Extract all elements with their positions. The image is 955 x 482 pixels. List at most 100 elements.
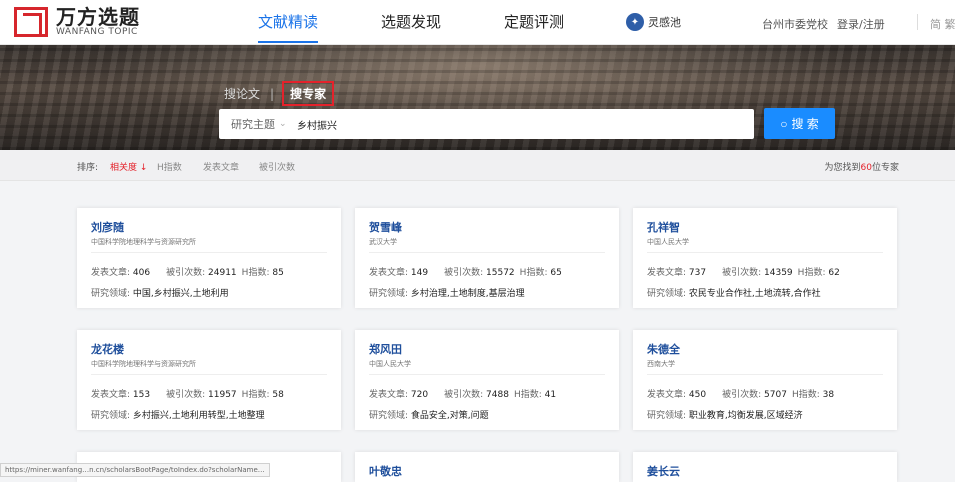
expert-stats: 发表文章: 737 被引次数: 14359 H指数: 62 (647, 268, 840, 278)
sort-option-label: 相关度 (110, 163, 138, 173)
sort-option-articles[interactable]: 发表文章 (203, 160, 239, 173)
expert-institution: 中国人民大学 (647, 238, 689, 246)
expert-name[interactable]: 孔祥智 (647, 219, 680, 235)
language-toggle[interactable]: 简 繁 (930, 16, 955, 32)
expert-stats: 发表文章: 153 被引次数: 11957 H指数: 58 (91, 390, 284, 400)
citations-value: 5707 (764, 390, 787, 400)
search-icon: ○ (780, 116, 788, 131)
expert-institution: 中国科学院地理科学与资源研究所 (91, 360, 196, 368)
inspire-label: 灵感池 (648, 16, 681, 29)
field-value: 食品安全,对策,问题 (410, 411, 489, 421)
divider (369, 374, 605, 375)
logo-title: 万方选题 (56, 5, 140, 29)
search-input[interactable] (297, 110, 737, 138)
expert-institution: 中国科学院地理科学与资源研究所 (91, 238, 196, 246)
divider (917, 14, 918, 30)
citations-value: 7488 (486, 390, 509, 400)
articles-value: 149 (410, 268, 429, 278)
expert-name[interactable]: 郑风田 (369, 341, 402, 357)
divider (647, 252, 883, 253)
expert-card[interactable]: 贺雪峰武汉大学发表文章: 149 被引次数: 15572 H指数: 65 研究领域: … (355, 208, 619, 308)
expert-stats: 发表文章: 720 被引次数: 7488 H指数: 41 (369, 390, 557, 400)
expert-card[interactable]: 龙花楼中国科学院地理科学与资源研究所发表文章: 153 被引次数: 11957 H指… (77, 330, 341, 430)
result-number: 60 (860, 163, 872, 173)
expert-card[interactable]: 朱德全西南大学发表文章: 450 被引次数: 5707 H指数: 38 研究领域: 职… (633, 330, 897, 430)
articles-value: 153 (132, 390, 151, 400)
expert-name[interactable]: 朱德全 (647, 341, 680, 357)
inspire-pool-link[interactable]: ✦ 灵感池 (626, 13, 681, 31)
expert-card[interactable]: 叶敬忠 (355, 452, 619, 482)
top-bar: 万方选题 WANFANG TOPIC 文献精读 选题发现 定题评测 ✦ 灵感池 … (0, 0, 955, 45)
expert-institution: 中国人民大学 (369, 360, 411, 368)
search-type-select[interactable]: 研究主题 ⌄ (219, 116, 297, 132)
field-value: 中国,乡村振兴,土地利用 (132, 289, 229, 299)
logo[interactable]: 万方选题 WANFANG TOPIC (14, 7, 140, 37)
articles-value: 450 (688, 390, 707, 400)
expert-field: 研究领域: 中国,乡村振兴,土地利用 (91, 289, 229, 299)
search-button-label: 搜 索 (791, 117, 819, 131)
expert-stats: 发表文章: 450 被引次数: 5707 H指数: 38 (647, 390, 835, 400)
divider (91, 374, 327, 375)
inspire-icon: ✦ (626, 13, 644, 31)
tab-search-papers[interactable]: 搜论文 (224, 85, 260, 102)
expert-card[interactable]: 郑风田中国人民大学发表文章: 720 被引次数: 7488 H指数: 41 研究领域:… (355, 330, 619, 430)
nav-item-evaluate[interactable]: 定题评测 (504, 0, 564, 45)
sort-option-h-index[interactable]: H指数 (157, 160, 182, 173)
expert-field: 研究领域: 乡村治理,土地制度,基层治理 (369, 289, 525, 299)
divider (91, 252, 327, 253)
field-value: 职业教育,均衡发展,区域经济 (688, 411, 803, 421)
expert-field: 研究领域: 乡村振兴,土地利用转型,土地整理 (91, 411, 265, 421)
h-index-value: 38 (822, 390, 835, 400)
search-type-label: 研究主题 (231, 118, 275, 131)
tab-separator: | (270, 86, 275, 101)
articles-value: 737 (688, 268, 707, 278)
expert-card[interactable]: 姜长云 (633, 452, 897, 482)
sort-bar: 排序: 相关度 ↓ H指数 发表文章 被引次数 为您找到60位专家 (0, 150, 955, 181)
expert-stats: 发表文章: 149 被引次数: 15572 H指数: 65 (369, 268, 562, 278)
login-link[interactable]: 登录/注册 (837, 16, 885, 32)
result-count: 为您找到60位专家 (824, 163, 899, 173)
expert-field: 研究领域: 职业教育,均衡发展,区域经济 (647, 411, 803, 421)
logo-subtitle: WANFANG TOPIC (56, 27, 138, 37)
status-url: https://miner.wanfang…n.cn/scholarsBootP… (0, 463, 270, 477)
search-box: 研究主题 ⌄ (219, 109, 754, 139)
expert-field: 研究领域: 农民专业合作社,土地流转,合作社 (647, 289, 821, 299)
expert-card[interactable]: 刘彦随中国科学院地理科学与资源研究所发表文章: 406 被引次数: 24911 H指… (77, 208, 341, 308)
tab-search-experts[interactable]: 搜专家 (282, 81, 335, 106)
expert-name[interactable]: 龙花楼 (91, 341, 124, 357)
expert-field: 研究领域: 食品安全,对策,问题 (369, 411, 489, 421)
search-tabs: 搜论文 | 搜专家 (224, 81, 335, 106)
nav-item-discover[interactable]: 选题发现 (381, 0, 441, 45)
articles-value: 720 (410, 390, 429, 400)
expert-institution: 西南大学 (647, 360, 675, 368)
h-index-value: 85 (272, 268, 284, 278)
expert-stats: 发表文章: 406 被引次数: 24911 H指数: 85 (91, 268, 284, 278)
citations-value: 24911 (208, 268, 237, 278)
hero-banner: 搜论文 | 搜专家 研究主题 ⌄ ○ 搜 索 (0, 45, 955, 150)
citations-value: 15572 (486, 268, 515, 278)
field-value: 乡村振兴,土地利用转型,土地整理 (132, 411, 265, 421)
divider (647, 374, 883, 375)
expert-institution: 武汉大学 (369, 238, 397, 246)
citations-value: 11957 (208, 390, 237, 400)
arrow-down-icon: ↓ (139, 163, 148, 173)
h-index-value: 65 (550, 268, 562, 278)
citations-value: 14359 (764, 268, 793, 278)
search-button[interactable]: ○ 搜 索 (764, 108, 835, 139)
field-value: 农民专业合作社,土地流转,合作社 (688, 289, 821, 299)
sort-option-relevance[interactable]: 相关度 ↓ (110, 160, 147, 173)
h-index-value: 58 (272, 390, 284, 400)
org-label: 台州市委党校 (762, 18, 828, 31)
expert-card[interactable]: 孔祥智中国人民大学发表文章: 737 被引次数: 14359 H指数: 62 研究领域… (633, 208, 897, 308)
articles-value: 406 (132, 268, 151, 278)
nav-item-reading[interactable]: 文献精读 (258, 0, 319, 45)
sort-option-citations[interactable]: 被引次数 (259, 160, 295, 173)
logo-mark-icon (14, 7, 48, 37)
chevron-down-icon: ⌄ (279, 119, 287, 129)
h-index-value: 62 (828, 268, 840, 278)
expert-name[interactable]: 刘彦随 (91, 219, 124, 235)
expert-name[interactable]: 贺雪峰 (369, 219, 402, 235)
org-selector[interactable]: 台州市委党校 ⌄ (762, 16, 843, 32)
field-value: 乡村治理,土地制度,基层治理 (410, 289, 525, 299)
h-index-value: 41 (544, 390, 557, 400)
